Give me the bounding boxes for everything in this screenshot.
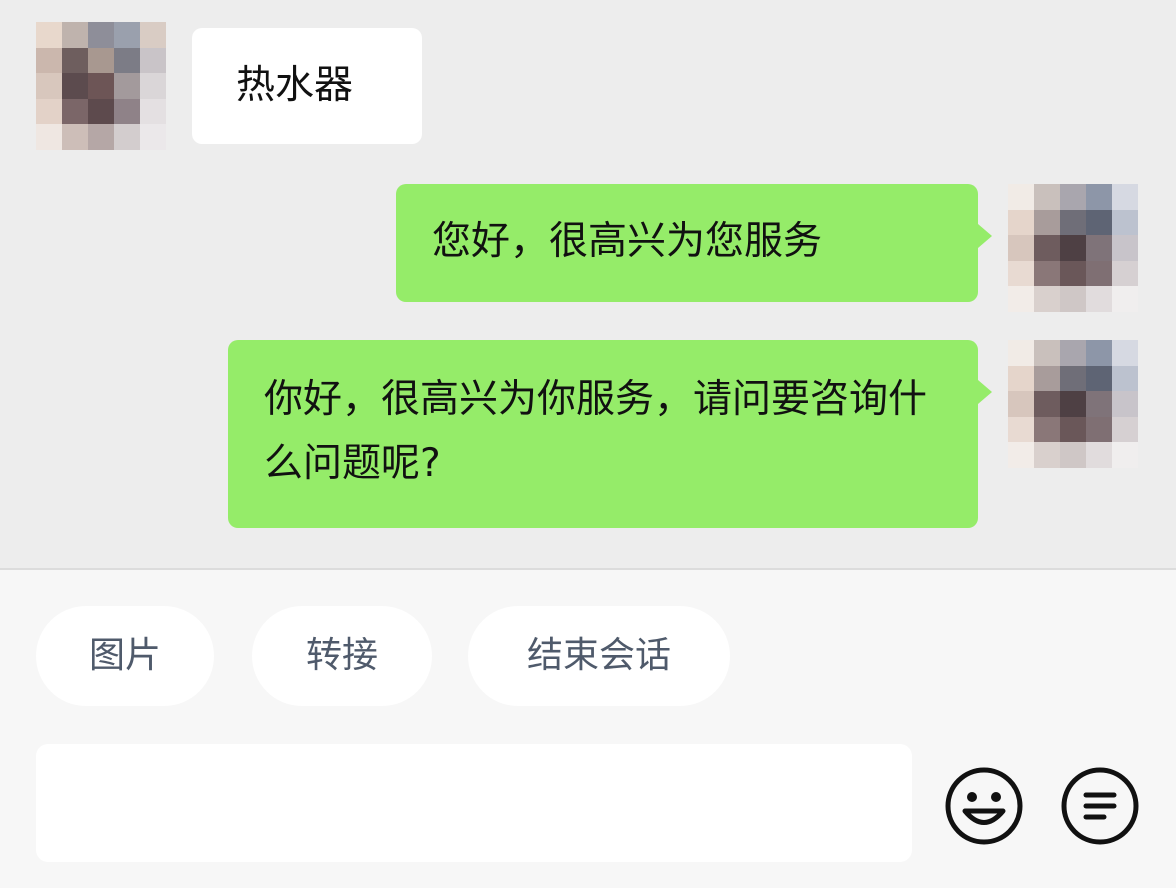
menu-button[interactable] <box>1060 766 1140 846</box>
image-button[interactable]: 图片 <box>36 606 214 706</box>
transfer-button-label: 转接 <box>305 635 378 676</box>
end-session-button[interactable]: 结束会话 <box>468 606 730 706</box>
list-menu-icon <box>1061 767 1139 845</box>
bottom-panel: 图片 转接 结束会话 <box>0 568 1176 888</box>
message-text: 你好，很高兴为你服务，请问要咨询什么问题呢? <box>264 377 928 486</box>
smile-emoji-icon <box>945 767 1023 845</box>
outgoing-message-bubble: 您好，很高兴为您服务 <box>396 184 992 302</box>
end-session-button-label: 结束会话 <box>526 635 671 676</box>
image-button-label: 图片 <box>88 635 161 676</box>
emoji-button[interactable] <box>944 766 1024 846</box>
message-input[interactable] <box>36 744 912 862</box>
contact-avatar[interactable] <box>36 22 166 150</box>
chat-message-area[interactable]: 热水器 您好，很高兴为您服务 你好，很高兴为你服务，请问要咨询什么问题呢? <box>0 0 1176 568</box>
transfer-button[interactable]: 转接 <box>252 606 432 706</box>
outgoing-message-bubble: 你好，很高兴为你服务，请问要咨询什么问题呢? <box>228 340 992 528</box>
self-avatar[interactable] <box>1008 184 1138 312</box>
incoming-message-bubble: 热水器 <box>192 28 422 144</box>
message-text: 热水器 <box>236 63 354 108</box>
message-text: 您好，很高兴为您服务 <box>432 219 823 264</box>
self-avatar[interactable] <box>1008 340 1138 468</box>
